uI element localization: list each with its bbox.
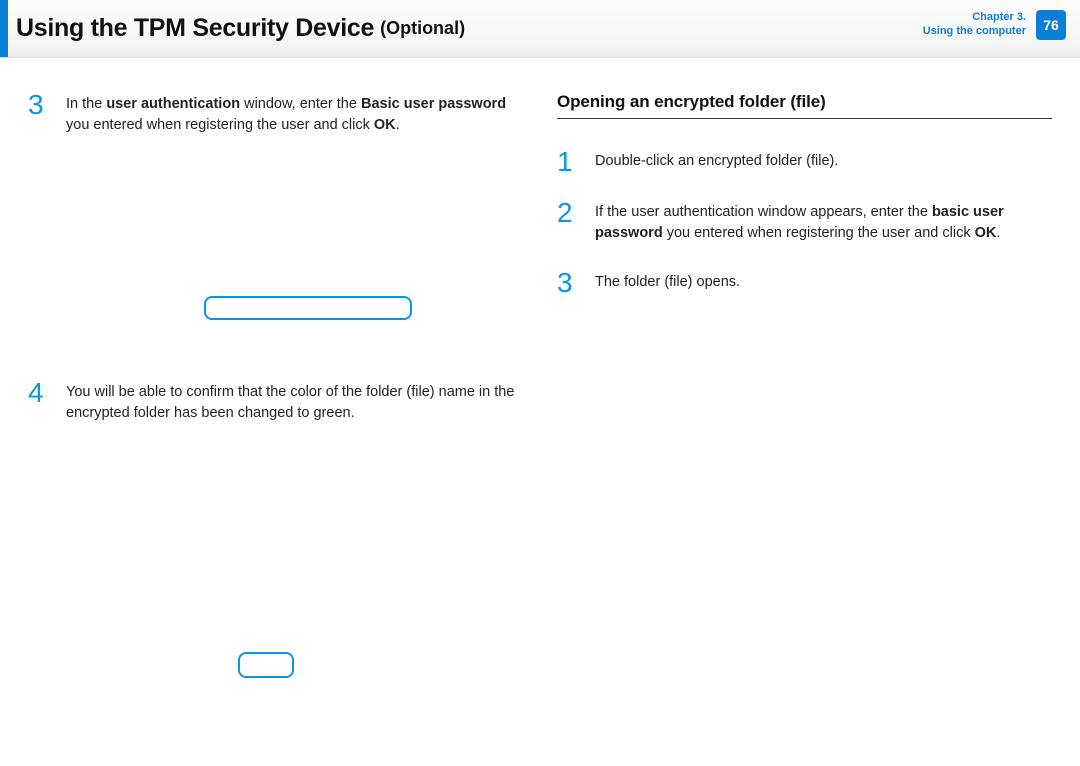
step-3-right: 3 The folder (file) opens. (557, 270, 1052, 295)
header-meta: Chapter 3. Using the computer 76 (923, 10, 1066, 40)
subheading: Opening an encrypted folder (file) (557, 92, 1052, 119)
page-title-suffix: (Optional) (380, 18, 465, 39)
step-1-right: 1 Double-click an encrypted folder (file… (557, 149, 1052, 174)
page-number-badge: 76 (1036, 10, 1066, 40)
text-part: In the (66, 96, 106, 112)
step-number: 2 (557, 200, 583, 244)
highlight-input-field-large (204, 296, 412, 320)
step-text: If the user authentication window appear… (595, 200, 1052, 244)
chapter-number: Chapter 3. (923, 11, 1026, 25)
text-part: window, enter the (240, 96, 361, 112)
step-number: 3 (28, 92, 54, 136)
step-text: You will be able to confirm that the col… (66, 380, 523, 424)
step-4-left: 4 You will be able to confirm that the c… (28, 380, 523, 424)
step-2-right: 2 If the user authentication window appe… (557, 200, 1052, 244)
left-column: 3 In the user authentication window, ent… (28, 92, 523, 678)
text-bold: OK (975, 225, 997, 241)
text-part: . (396, 117, 400, 133)
header-accent-bar (0, 0, 8, 57)
page-body: 3 In the user authentication window, ent… (0, 58, 1080, 688)
page-title: Using the TPM Security Device (16, 14, 374, 43)
step-text: Double-click an encrypted folder (file). (595, 149, 1052, 174)
text-part: you entered when registering the user an… (663, 225, 975, 241)
step-text: The folder (file) opens. (595, 270, 1052, 295)
right-column: Opening an encrypted folder (file) 1 Dou… (557, 92, 1052, 678)
step-number: 3 (557, 270, 583, 295)
step-number: 4 (28, 380, 54, 424)
highlight-button-ok (238, 652, 294, 678)
text-part: you entered when registering the user an… (66, 117, 374, 133)
text-part: If the user authentication window appear… (595, 204, 932, 220)
step-3-left: 3 In the user authentication window, ent… (28, 92, 523, 136)
chapter-info: Chapter 3. Using the computer (923, 11, 1026, 39)
text-bold: user authentication (106, 96, 240, 112)
page-header: Using the TPM Security Device (Optional)… (0, 0, 1080, 58)
text-bold: Basic user password (361, 96, 506, 112)
step-number: 1 (557, 149, 583, 174)
chapter-title: Using the computer (923, 25, 1026, 39)
text-bold: OK (374, 117, 396, 133)
text-part: . (996, 225, 1000, 241)
step-text: In the user authentication window, enter… (66, 92, 523, 136)
